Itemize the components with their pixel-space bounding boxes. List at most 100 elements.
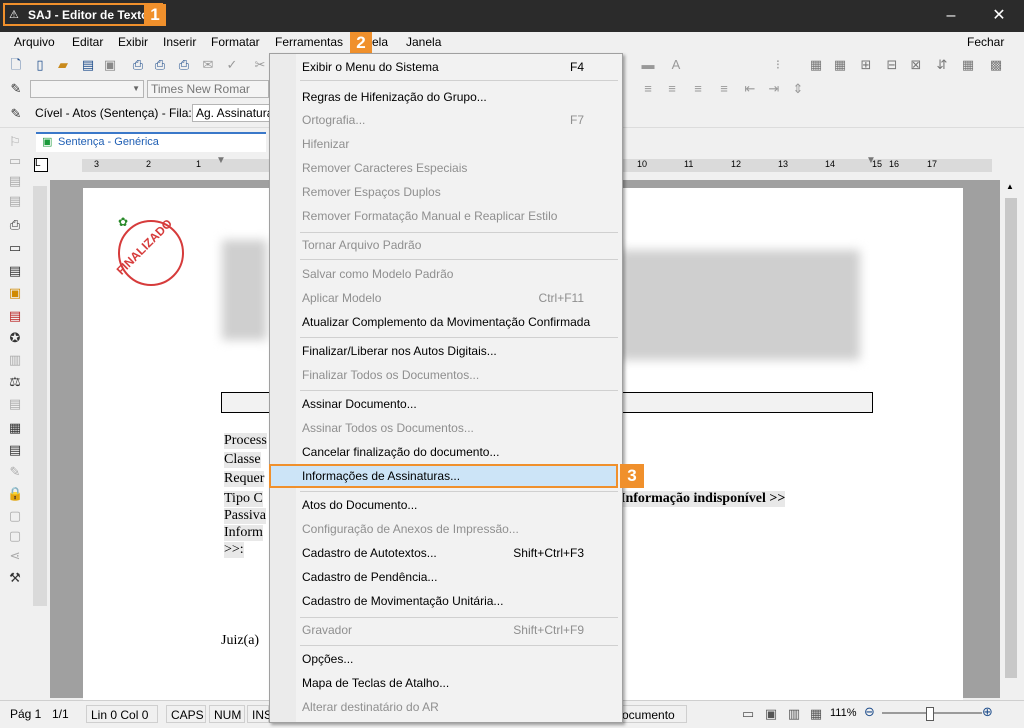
calendar-icon[interactable]: ▦ [7,420,23,436]
view-layout-icon[interactable]: ▣ [763,706,779,722]
menu-exibir[interactable]: Exibir [118,35,148,49]
document-error-icon[interactable]: ▤ [7,308,23,324]
justify-icon[interactable]: ≡ [716,81,732,97]
vertical-scrollbar[interactable]: ▲ [1002,180,1020,698]
finalize-icon[interactable]: ▣ [7,285,23,301]
cut-icon[interactable]: ✂ [252,57,268,73]
menu-item-assinar-documento[interactable]: Assinar Documento... [302,393,612,415]
split-cells-icon[interactable]: ⊟ [884,57,900,73]
menu-item-exibir-menu-sistema[interactable]: Exibir o Menu do Sistema F4 [302,56,612,78]
view-normal-icon[interactable]: ▭ [740,706,756,722]
comment-icon[interactable]: ▭ [7,240,23,256]
align-right-icon[interactable]: ≡ [690,81,706,97]
queue-combo[interactable]: Ag. Assinatura [192,104,270,122]
menu-tabela[interactable]: ela [372,35,388,49]
view-full-icon[interactable]: ▦ [808,706,824,722]
blank-page-icon[interactable]: ▯ [32,57,48,73]
menu-item-configuracao-anexos[interactable]: Configuração de Anexos de Impressão... [302,518,612,540]
list-icon[interactable]: ▤ [7,263,23,279]
tool-2-icon[interactable]: ▭ [7,153,23,169]
tool-5-icon[interactable]: ⎙ [7,217,23,233]
menu-item-cancelar-finalizacao[interactable]: Cancelar finalização do documento... [302,441,612,463]
signature-icon[interactable]: ✪ [7,330,23,346]
menu-item-mapa-teclas[interactable]: Mapa de Teclas de Atalho... [302,672,612,694]
zoom-slider-thumb[interactable] [926,707,934,721]
grid-icon[interactable]: ▦ [960,57,976,73]
menu-item-remover-caracteres-especiais[interactable]: Remover Caracteres Especiais [302,157,612,179]
indent-marker[interactable]: ▼ [216,155,226,166]
tool-12-icon[interactable]: ⚖ [7,374,23,390]
menu-item-tornar-arquivo-padrao[interactable]: Tornar Arquivo Padrão [302,234,612,256]
tool-4-icon[interactable]: ▤ [7,193,23,209]
menu-item-opcoes[interactable]: Opções... [302,648,612,670]
menu-item-assinar-todos[interactable]: Assinar Todos os Documentos... [302,417,612,439]
tool-3-icon[interactable]: ▤ [7,173,23,189]
tab-stop-selector[interactable]: L [34,158,48,172]
menu-item-finalizar-todos[interactable]: Finalizar Todos os Documentos... [302,364,612,386]
menu-janela[interactable]: Janela [406,35,441,49]
font-color-icon[interactable]: A [668,57,684,73]
table-icon[interactable]: ▦ [808,57,824,73]
menu-inserir[interactable]: Inserir [163,35,196,49]
tool-18-icon[interactable]: ▢ [7,508,23,524]
open-document-icon[interactable]: ▤ [80,57,96,73]
menu-item-remover-espacos-duplos[interactable]: Remover Espaços Duplos [302,181,612,203]
sort-icon[interactable]: ⇵ [934,57,950,73]
menu-formatar[interactable]: Formatar [211,35,260,49]
merge-cells-icon[interactable]: ⊞ [858,57,874,73]
menu-item-atualizar-complemento[interactable]: Atualizar Complemento da Movimentação Co… [302,311,612,333]
tool-1-icon[interactable]: ⚐ [7,134,23,150]
menu-item-hifenizar[interactable]: Hifenizar [302,133,612,155]
style-icon[interactable]: ✎ [8,81,24,97]
menu-item-salvar-modelo-padrao[interactable]: Salvar como Modelo Padrão [302,263,612,285]
menu-fechar[interactable]: Fechar [967,35,1004,49]
increase-indent-icon[interactable]: ⇥ [766,81,782,97]
menu-item-finalizar-liberar[interactable]: Finalizar/Liberar nos Autos Digitais... [302,340,612,362]
view-two-pages-icon[interactable]: ▥ [786,706,802,722]
menu-item-cadastro-autotextos[interactable]: Cadastro de Autotextos... Shift+Ctrl+F3 [302,542,612,564]
print-icon[interactable]: ⎙ [130,57,146,73]
spellcheck-icon[interactable]: ✓ [224,57,240,73]
lock-icon[interactable]: 🔒 [7,486,23,502]
tool-15-icon[interactable]: ▤ [7,442,23,458]
new-document-icon[interactable]: 🗋 [8,57,24,73]
tool-19-icon[interactable]: ▢ [7,528,23,544]
borders-icon[interactable]: ▩ [988,57,1004,73]
menu-item-cadastro-pendencia[interactable]: Cadastro de Pendência... [302,566,612,588]
print-preview-icon[interactable]: ⎙ [152,57,168,73]
menu-item-regras-hifenizacao[interactable]: Regras de Hifenização do Grupo... [302,86,612,108]
menu-item-ortografia[interactable]: Ortografia... F7 [302,109,612,131]
document-tab[interactable]: ▣ Sentença - Genérica [36,132,266,152]
right-indent-marker[interactable]: ▼ [866,155,876,166]
tool-13-icon[interactable]: ▤ [7,396,23,412]
menu-item-alterar-destinatario-ar[interactable]: Alterar destinatário do AR [302,696,612,718]
menu-item-informacoes-assinaturas[interactable]: Informações de Assinaturas... [302,465,612,487]
menu-arquivo[interactable]: Arquivo [14,35,55,49]
print-setup-icon[interactable]: ⎙ [176,57,192,73]
tool-11-icon[interactable]: ▥ [7,352,23,368]
menu-item-gravador[interactable]: Gravador Shift+Ctrl+F9 [302,619,612,641]
menu-item-aplicar-modelo[interactable]: Aplicar Modelo Ctrl+F11 [302,287,612,309]
line-spacing-icon[interactable]: ⇕ [790,81,806,97]
email-icon[interactable]: ✉ [200,57,216,73]
link-icon[interactable]: ✎ [8,106,24,122]
open-folder-icon[interactable]: ▰ [55,57,71,73]
close-window-button[interactable]: ✕ [984,6,1014,26]
table-props-icon[interactable]: ⊠ [908,57,924,73]
menu-ferramentas[interactable]: Ferramentas [275,35,343,49]
menu-editar[interactable]: Editar [72,35,103,49]
style-combo[interactable]: ▼ [30,80,144,98]
highlight-icon[interactable]: ▬ [640,57,656,73]
zoom-out-icon[interactable]: ⊖ [864,704,875,720]
scroll-up-icon[interactable]: ▲ [1006,182,1014,191]
insert-row-icon[interactable]: ▦ [832,57,848,73]
minimize-button[interactable]: – [936,6,966,26]
paint-icon[interactable]: ⚒ [7,570,23,586]
zoom-in-icon[interactable]: ⊕ [982,704,993,720]
tool-16-icon[interactable]: ✎ [7,464,23,480]
menu-item-atos-documento[interactable]: Atos do Documento... [302,494,612,516]
scrollbar-thumb[interactable] [1005,198,1017,678]
bullets-icon[interactable]: ⁝ [770,57,786,73]
font-combo[interactable]: Times New Romar [147,80,269,98]
align-center-icon[interactable]: ≡ [664,81,680,97]
